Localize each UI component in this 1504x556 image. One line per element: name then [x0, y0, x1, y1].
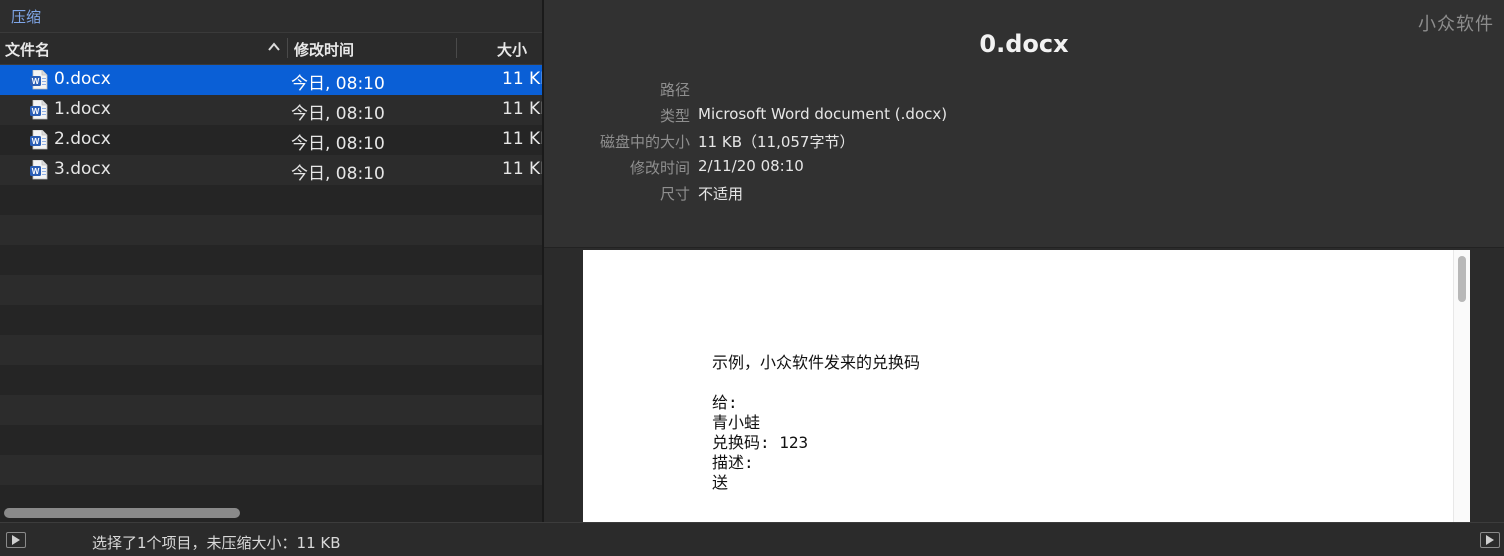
word-doc-icon: W [30, 70, 48, 90]
empty-row [0, 245, 542, 275]
meta-label: 尺寸 [659, 185, 690, 203]
file-name: 1.docx [54, 99, 111, 119]
svg-text:W: W [32, 77, 40, 86]
file-size: 11 KB [502, 129, 542, 149]
status-text: 选择了1个项目，未压缩大小：11 KB [92, 534, 341, 552]
document-line: 青小蛙 [712, 413, 761, 432]
meta-row-dimensions: 尺寸 不适用 [544, 180, 1504, 204]
document-line [712, 373, 1312, 393]
toggle-left-panel-button[interactable] [6, 532, 26, 548]
word-doc-icon: W [30, 130, 48, 150]
column-separator[interactable] [456, 38, 457, 58]
empty-row [0, 275, 542, 305]
meta-row-path: 路径 [544, 76, 1504, 100]
empty-row [0, 455, 542, 485]
meta-label: 路径 [659, 81, 690, 99]
file-title: 0.docx [979, 30, 1069, 58]
meta-value: 2/11/20 08:10 [698, 157, 804, 175]
svg-text:W: W [32, 107, 40, 116]
empty-row [0, 335, 542, 365]
meta-row-type: 类型 Microsoft Word document (.docx) [544, 102, 1504, 126]
document-text: 示例，小众软件发来的兑换码 给: 青小蛙 兑换码: 123 描述: 送 [712, 353, 1312, 493]
meta-value: 11 KB（11,057字节） [698, 133, 855, 151]
svg-text:W: W [32, 137, 40, 146]
file-list-pane: 压缩 文件名 修改时间 大小 W 0.docx 今日, 08:10 11 KB W 1.d… [0, 0, 542, 522]
file-modified: 今日, 08:10 [291, 164, 385, 184]
document-preview[interactable]: 示例，小众软件发来的兑换码 给: 青小蛙 兑换码: 123 描述: 送 [583, 250, 1470, 522]
word-doc-icon: W [30, 100, 48, 120]
meta-value: Microsoft Word document (.docx) [698, 105, 948, 123]
play-icon [1486, 535, 1494, 545]
toggle-right-panel-button[interactable] [1480, 532, 1500, 548]
file-row[interactable]: W 1.docx 今日, 08:10 11 KB [0, 95, 542, 125]
empty-row [0, 425, 542, 455]
file-row[interactable]: W 3.docx 今日, 08:10 11 KB [0, 155, 542, 185]
document-line: 示例，小众软件发来的兑换码 [712, 353, 921, 372]
document-line: 给: [712, 393, 738, 412]
horizontal-scrollbar[interactable] [0, 502, 542, 522]
empty-row [0, 185, 542, 215]
meta-row-size: 磁盘中的大小 11 KB（11,057字节） [544, 128, 1504, 152]
scrollbar-thumb[interactable] [1458, 256, 1466, 302]
meta-label: 类型 [659, 107, 690, 125]
column-size-header[interactable]: 大小 [497, 39, 527, 60]
file-size: 11 KB [502, 159, 542, 179]
file-size: 11 KB [502, 69, 542, 89]
file-modified: 今日, 08:10 [291, 104, 385, 124]
document-line: 兑换码: 123 [712, 433, 809, 452]
meta-row-modified: 修改时间 2/11/20 08:10 [544, 154, 1504, 178]
info-pane: 小众软件 0.docx 路径 类型 Microsoft Word documen… [544, 0, 1504, 522]
column-header: 文件名 修改时间 大小 [0, 32, 542, 65]
word-doc-icon: W [30, 160, 48, 180]
breadcrumb[interactable]: 压缩 [0, 0, 542, 32]
document-line: 送 [712, 473, 729, 492]
scrollbar-thumb[interactable] [4, 508, 240, 518]
column-name-header[interactable]: 文件名 [5, 39, 50, 60]
document-line: 描述: [712, 453, 754, 472]
status-bar: 选择了1个项目，未压缩大小：11 KB [0, 522, 1504, 556]
sort-ascending-icon[interactable] [267, 40, 281, 54]
file-name: 3.docx [54, 159, 111, 179]
meta-label: 磁盘中的大小 [599, 133, 690, 151]
column-modified-header[interactable]: 修改时间 [294, 39, 354, 60]
column-separator[interactable] [287, 38, 288, 58]
file-name: 2.docx [54, 129, 111, 149]
breadcrumb-label: 压缩 [11, 8, 42, 26]
preview-vertical-scrollbar[interactable] [1453, 250, 1470, 522]
file-modified: 今日, 08:10 [291, 74, 385, 94]
file-name: 0.docx [54, 69, 111, 89]
meta-label: 修改时间 [629, 159, 690, 177]
file-row[interactable]: W 0.docx 今日, 08:10 11 KB [0, 65, 542, 95]
empty-row [0, 215, 542, 245]
empty-row [0, 395, 542, 425]
empty-row [0, 365, 542, 395]
play-icon [12, 535, 20, 545]
file-rows: W 0.docx 今日, 08:10 11 KB W 1.docx 今日, 08:10 11 … [0, 65, 542, 515]
file-size: 11 KB [502, 99, 542, 119]
file-row[interactable]: W 2.docx 今日, 08:10 11 KB [0, 125, 542, 155]
meta-value: 不适用 [698, 185, 744, 203]
empty-row [0, 305, 542, 335]
file-modified: 今日, 08:10 [291, 134, 385, 154]
svg-text:W: W [32, 167, 40, 176]
